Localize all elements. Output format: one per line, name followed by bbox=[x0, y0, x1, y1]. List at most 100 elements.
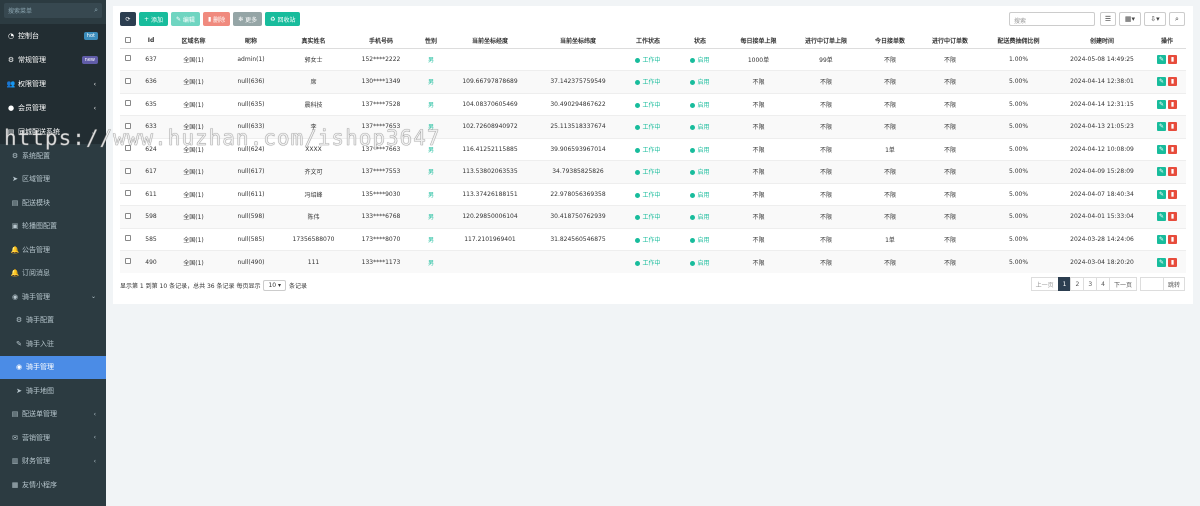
row-checkbox[interactable] bbox=[125, 258, 131, 264]
row-delete-button[interactable]: ▮ bbox=[1168, 257, 1177, 267]
row-checkbox-cell[interactable] bbox=[120, 182, 136, 206]
row-checkbox-cell[interactable] bbox=[120, 227, 136, 251]
row-edit-button[interactable]: ✎ bbox=[1157, 144, 1166, 154]
table-row[interactable]: 585 全国(1) null(585) 17356588070 173****8070 男… bbox=[120, 227, 1186, 251]
column-header-0[interactable] bbox=[120, 34, 136, 49]
table-row[interactable]: 490 全国(1) null(490) 111 133****1173 男工作中 启用 不限不… bbox=[120, 250, 1186, 273]
sidebar-item-7[interactable]: ▤ 配送模块 bbox=[0, 191, 106, 215]
next-page-button[interactable]: 下一页 bbox=[1108, 277, 1137, 291]
row-delete-button[interactable]: ▮ bbox=[1168, 144, 1177, 154]
cell-created: 2024-04-12 10:08:09 bbox=[1056, 137, 1148, 161]
sidebar-item-12[interactable]: ⚙ 骑手配置 bbox=[0, 309, 106, 333]
row-edit-button[interactable]: ✎ bbox=[1157, 99, 1166, 109]
toggle-view-button[interactable]: ☰ bbox=[1100, 12, 1116, 26]
cell-lat: 30.418750762939 bbox=[534, 205, 622, 228]
page-3-button[interactable]: 3 bbox=[1083, 277, 1098, 291]
row-checkbox[interactable] bbox=[125, 145, 131, 152]
row-checkbox-cell[interactable] bbox=[120, 250, 136, 273]
row-delete-button[interactable]: ▮ bbox=[1168, 77, 1177, 87]
row-edit-button[interactable]: ✎ bbox=[1157, 212, 1166, 222]
row-checkbox-cell[interactable] bbox=[120, 205, 136, 228]
row-checkbox[interactable] bbox=[125, 100, 131, 107]
row-edit-button[interactable]: ✎ bbox=[1157, 122, 1166, 132]
page-size-select[interactable]: 10 ▾ bbox=[263, 280, 287, 291]
row-edit-button[interactable]: ✎ bbox=[1157, 167, 1166, 177]
table-row[interactable]: 624 全国(1) null(624) XXXX 137****7663 男 116.412… bbox=[120, 137, 1186, 161]
page-4-button[interactable]: 4 bbox=[1096, 277, 1110, 291]
recycle-bin-button[interactable]: ♻ 回收站 bbox=[265, 12, 301, 26]
export-button[interactable]: ⇩▾ bbox=[1144, 12, 1166, 26]
row-checkbox[interactable] bbox=[125, 235, 131, 242]
table-row[interactable]: 617 全国(1) null(617) 齐文可 137****7553 男 113.5380… bbox=[120, 160, 1186, 183]
refresh-button[interactable]: ⟳ bbox=[120, 12, 136, 26]
sidebar-item-4[interactable]: ▤ 同城配送系统 ⌄ bbox=[0, 120, 106, 144]
sidebar-item-11[interactable]: ◉ 骑手管理 ⌄ bbox=[0, 285, 106, 309]
advanced-search-button[interactable]: ⌕ bbox=[1169, 12, 1185, 26]
sidebar-item-18[interactable]: ▥ 财务管理 ‹ bbox=[0, 450, 106, 474]
row-delete-button[interactable]: ▮ bbox=[1168, 54, 1177, 64]
table-row[interactable]: 611 全国(1) null(611) 冯绍峰 135****9030 男 113.3742… bbox=[120, 182, 1186, 206]
page-2-button[interactable]: 2 bbox=[1070, 277, 1085, 291]
select-all-checkbox[interactable] bbox=[125, 36, 131, 43]
table-search-input[interactable]: 搜索 bbox=[1009, 12, 1095, 26]
row-checkbox[interactable] bbox=[125, 122, 131, 129]
row-checkbox-cell[interactable] bbox=[120, 137, 136, 161]
page-jump-button[interactable]: 跳转 bbox=[1162, 277, 1185, 291]
table-row[interactable]: 633 全国(1) null(633) 李 137****7653 男 102.726089… bbox=[120, 115, 1186, 138]
add-button[interactable]: + 添加 bbox=[139, 12, 168, 26]
row-delete-button[interactable]: ▮ bbox=[1168, 212, 1177, 222]
table-row[interactable]: 636 全国(1) null(636) 席 130****1349 男 109.667978… bbox=[120, 70, 1186, 93]
row-edit-button[interactable]: ✎ bbox=[1157, 234, 1166, 244]
row-delete-button[interactable]: ▮ bbox=[1168, 122, 1177, 132]
row-edit-button[interactable]: ✎ bbox=[1157, 54, 1166, 64]
columns-button[interactable]: ▦▾ bbox=[1119, 12, 1141, 26]
row-edit-button[interactable]: ✎ bbox=[1157, 77, 1166, 87]
row-checkbox[interactable] bbox=[125, 55, 131, 62]
sidebar-item-17[interactable]: ✉ 营销管理 ‹ bbox=[0, 426, 106, 450]
more-button[interactable]: ✻ 更多 bbox=[233, 12, 263, 26]
cell-area: 全国(1) bbox=[166, 250, 221, 273]
row-checkbox-cell[interactable] bbox=[120, 70, 136, 93]
sidebar-item-2[interactable]: 👥 权限管理 ‹ bbox=[0, 72, 106, 96]
row-checkbox-cell[interactable] bbox=[120, 115, 136, 138]
row-checkbox[interactable] bbox=[125, 190, 131, 197]
sidebar-item-0[interactable]: ◔ 控制台 hot bbox=[0, 24, 106, 48]
row-edit-button[interactable]: ✎ bbox=[1157, 189, 1166, 199]
sidebar-item-14[interactable]: ◉ 骑手管理 bbox=[0, 355, 106, 379]
status-text: 启用 bbox=[697, 124, 710, 132]
row-edit-button[interactable]: ✎ bbox=[1157, 257, 1166, 267]
sidebar-item-8[interactable]: ▣ 轮播图配置 bbox=[0, 215, 106, 239]
sidebar-item-15[interactable]: ➤ 骑手地图 bbox=[0, 379, 106, 403]
sidebar-item-3[interactable]: ● 会员管理 ‹ bbox=[0, 96, 106, 120]
row-delete-button[interactable]: ▮ bbox=[1168, 167, 1177, 177]
sidebar-item-6[interactable]: ➤ 区域管理 bbox=[0, 168, 106, 192]
sidebar-item-9[interactable]: 🔔 公告管理 bbox=[0, 238, 106, 262]
row-checkbox-cell[interactable] bbox=[120, 160, 136, 183]
row-delete-button[interactable]: ▮ bbox=[1168, 234, 1177, 244]
sidebar-item-19[interactable]: ▦ 友情小程序 bbox=[0, 473, 106, 497]
row-checkbox-cell[interactable] bbox=[120, 92, 136, 116]
sidebar-item-13[interactable]: ✎ 骑手入驻 bbox=[0, 332, 106, 356]
edit-button[interactable]: ✎ 编辑 bbox=[170, 12, 200, 26]
row-checkbox-cell[interactable] bbox=[120, 47, 136, 71]
row-checkbox[interactable] bbox=[125, 77, 131, 84]
row-checkbox[interactable] bbox=[125, 212, 131, 219]
search-icon: ⌕ bbox=[1175, 14, 1179, 23]
row-delete-button[interactable]: ▮ bbox=[1168, 99, 1177, 109]
prev-page-button[interactable]: 上一页 bbox=[1030, 277, 1059, 291]
row-delete-button[interactable]: ▮ bbox=[1168, 189, 1177, 199]
sidebar-item-10[interactable]: 🔔 订阅消息 bbox=[0, 262, 106, 286]
table-row[interactable]: 635 全国(1) null(635) 晨科技 137****7528 男 104.0837… bbox=[120, 92, 1186, 116]
delete-button[interactable]: ▮ 删除 bbox=[202, 12, 231, 26]
sidebar-item-16[interactable]: ▤ 配送单管理 ‹ bbox=[0, 403, 106, 427]
cell-ongoing_limit: 不限 bbox=[791, 205, 861, 228]
menu-search-input[interactable]: 搜索菜单 ⌕ bbox=[4, 3, 102, 18]
page-1-button[interactable]: 1 bbox=[1057, 277, 1072, 291]
table-row[interactable]: 637 全国(1) admin(1) 郭女士 152****2222 男 工作中 启用 1000… bbox=[120, 47, 1186, 71]
table-row[interactable]: 598 全国(1) null(598) 陈伟 133****6768 男 120.29850… bbox=[120, 205, 1186, 228]
sidebar-item-5[interactable]: ⚙ 系统配置 bbox=[0, 144, 106, 168]
cell-real: 陈伟 bbox=[281, 205, 346, 228]
page-jump-input[interactable] bbox=[1139, 277, 1164, 291]
sidebar-item-1[interactable]: ⚙ 常规管理 new bbox=[0, 48, 106, 72]
row-checkbox[interactable] bbox=[125, 167, 131, 174]
